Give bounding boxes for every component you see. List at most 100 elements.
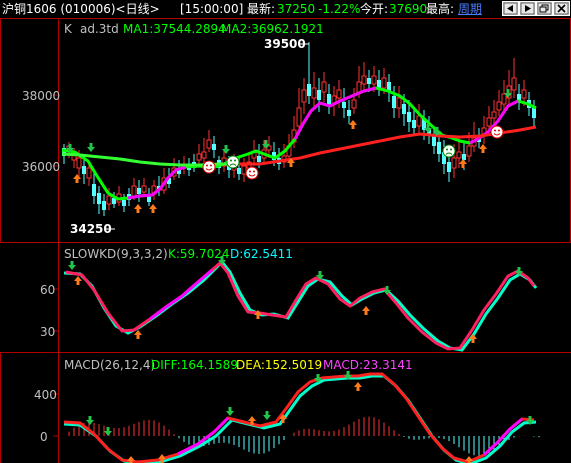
ma2-readout: MA2:36962.1921	[221, 22, 324, 36]
sell-arrow-icon	[222, 145, 230, 154]
smiley-icon	[490, 125, 504, 139]
candle	[442, 140, 446, 174]
buy-arrow-icon	[479, 144, 487, 153]
close-button[interactable]	[553, 1, 570, 16]
panel-frames	[0, 18, 571, 463]
main-y-axis: 38000 36000	[22, 89, 60, 174]
buy-arrow-icon	[349, 120, 357, 129]
sell-arrow-icon	[104, 427, 112, 436]
kd-d-readout: D:62.5411	[230, 247, 293, 261]
candle	[206, 130, 212, 152]
kd-k-magenta	[149, 268, 213, 321]
smiley-icon	[245, 166, 259, 180]
candle	[301, 78, 307, 114]
restore-window-icon	[537, 2, 552, 15]
sell-arrow-icon	[226, 407, 234, 416]
low-marker: 34250	[70, 222, 112, 236]
macd-diff-magenta	[177, 416, 230, 456]
buy-arrow-icon	[74, 276, 82, 285]
macd-diff-readout: DIFF:164.1589	[151, 358, 238, 372]
high-label: 最高:	[426, 2, 455, 16]
y-tick-36000: 36000	[22, 160, 60, 174]
candle	[221, 150, 227, 172]
back-button[interactable]	[502, 1, 519, 16]
candle	[412, 108, 416, 136]
candle	[241, 158, 247, 182]
sell-arrow-icon	[87, 143, 95, 152]
candle	[532, 100, 536, 128]
candle	[481, 116, 487, 144]
kd-name: SLOWKD(9,3,3,2)	[64, 247, 168, 261]
time-label: [15:00:00]	[180, 2, 244, 16]
kd-d-line	[63, 259, 538, 352]
smiley-icon	[202, 160, 216, 174]
candle	[82, 158, 86, 184]
buy-arrow-icon	[149, 204, 157, 213]
candle	[137, 180, 141, 202]
candle	[102, 194, 106, 216]
open-value: 37690	[389, 2, 428, 16]
candle	[192, 154, 196, 172]
y-tick-38000: 38000	[22, 89, 60, 103]
sell-arrow-icon	[68, 261, 76, 270]
instrument-title: 沪铜1606 (010006)<日线>	[2, 2, 160, 16]
candle	[342, 88, 346, 118]
candle	[396, 86, 402, 118]
sad-icon	[442, 144, 456, 158]
latest-value: 37250	[277, 2, 316, 16]
candle	[416, 104, 422, 134]
sell-arrow-icon	[86, 416, 94, 425]
signal-arrows-macd	[86, 371, 534, 463]
macd-y-tick-0: 0	[40, 430, 48, 444]
candle	[517, 84, 521, 110]
candle	[141, 178, 147, 196]
candle	[506, 70, 512, 106]
restore-button[interactable]	[536, 1, 553, 16]
candle	[281, 144, 287, 168]
close-icon	[554, 2, 569, 15]
candle	[351, 88, 357, 114]
buy-arrow-icon	[134, 204, 142, 213]
buy-arrow-icon	[134, 330, 142, 339]
candle	[122, 194, 126, 212]
main-prefix: K	[64, 22, 73, 36]
buy-arrow-icon	[354, 382, 362, 391]
candle	[392, 86, 396, 118]
candle	[361, 62, 367, 90]
candle	[116, 186, 122, 206]
kd-y-tick-60: 60	[40, 283, 55, 297]
macd-histogram	[68, 416, 540, 456]
candle	[327, 84, 331, 114]
arrow-right-icon	[520, 2, 535, 15]
kd-k-readout: K:59.7024	[168, 247, 230, 261]
macd-name: MACD(26,12,4)	[64, 358, 155, 372]
candle	[331, 86, 337, 116]
forward-button[interactable]	[519, 1, 536, 16]
open-label: 今开:	[360, 2, 389, 16]
arrow-left-icon	[503, 2, 518, 15]
candle	[511, 58, 517, 98]
candle	[277, 148, 281, 170]
buy-arrow-icon	[362, 306, 370, 315]
candle	[212, 136, 216, 158]
buy-arrow-icon	[73, 174, 81, 183]
latest-label: 最新:	[247, 2, 276, 16]
sad-icon	[226, 155, 240, 169]
candle	[377, 70, 381, 96]
candle	[311, 72, 317, 110]
macd-dea-readout: DEA:152.5019	[236, 358, 322, 372]
kd-y-tick-30: 30	[40, 325, 55, 339]
high-marker: 39500	[264, 37, 306, 51]
candle	[321, 72, 327, 102]
candle	[347, 100, 351, 124]
candle	[196, 144, 202, 164]
kd-y-axis: 60 30	[40, 283, 58, 339]
kd-k-line	[65, 260, 536, 351]
candle	[151, 180, 157, 200]
macd-hist-readout: MACD:23.3141	[323, 358, 413, 372]
candle	[307, 42, 311, 104]
candle	[147, 188, 151, 206]
candle	[97, 186, 101, 214]
buy-arrow-icon	[459, 159, 467, 168]
period-link[interactable]: 周期	[458, 2, 482, 16]
